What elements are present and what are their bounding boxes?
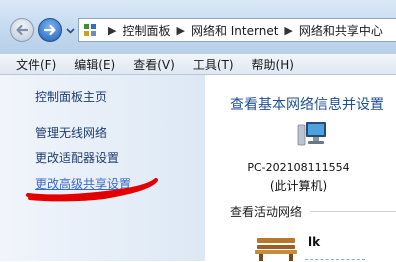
- menu-help[interactable]: 帮助(H): [252, 56, 294, 73]
- menu-edit[interactable]: 编辑(E): [74, 56, 115, 73]
- breadcrumb-network-sharing-center[interactable]: 网络和共享中心: [299, 22, 383, 39]
- breadcrumb-separator: ▶: [284, 23, 293, 37]
- menu-tools[interactable]: 工具(T): [193, 56, 234, 73]
- control-panel-icon: [84, 24, 96, 36]
- menu-bar: 文件(F) 编辑(E) 查看(V) 工具(T) 帮助(H): [0, 54, 396, 75]
- breadcrumb-network-internet[interactable]: 网络和 Internet: [191, 22, 278, 39]
- page-title: 查看基本网络信息并设置: [230, 97, 384, 113]
- sidebar-link-advanced-sharing[interactable]: 更改高级共享设置: [35, 175, 131, 192]
- window-titlebar: ▶ 控制面板 ▶ 网络和 Internet ▶ 网络和共享中心: [0, 0, 396, 54]
- computer-icon: [297, 122, 326, 146]
- section-divider: [310, 211, 396, 212]
- computer-name: PC-202108111554: [247, 161, 350, 174]
- breadcrumb-control-panel[interactable]: 控制面板: [122, 22, 170, 39]
- sidebar-link-control-panel-home[interactable]: 控制面板主页: [35, 88, 107, 105]
- address-bar[interactable]: ▶ 控制面板 ▶ 网络和 Internet ▶ 网络和共享中心: [78, 18, 396, 42]
- computer-subtitle: (此计算机): [269, 179, 328, 193]
- back-button[interactable]: [10, 18, 34, 42]
- forward-button[interactable]: [38, 18, 62, 42]
- menu-file[interactable]: 文件(F): [16, 56, 56, 73]
- sidebar-link-change-adapter[interactable]: 更改适配器设置: [35, 149, 119, 166]
- forward-arrow-icon: [43, 24, 56, 36]
- menu-view[interactable]: 查看(V): [133, 56, 175, 73]
- breadcrumb-separator: ▶: [176, 23, 185, 37]
- bench-network-icon: [255, 238, 297, 261]
- active-networks-heading: 查看活动网络: [230, 205, 303, 219]
- main-content: 查看基本网络信息并设置 PC-202108111554 (此计算机) 查看活动网…: [205, 75, 396, 261]
- breadcrumb-separator: ▶: [108, 23, 117, 37]
- sidebar-link-manage-wireless[interactable]: 管理无线网络: [35, 124, 107, 141]
- back-arrow-icon: [16, 24, 29, 36]
- chevron-down-icon[interactable]: [66, 26, 75, 35]
- network-name[interactable]: lk: [308, 235, 320, 249]
- left-navigation-pane: 控制面板主页 管理无线网络 更改适配器设置 更改高级共享设置: [0, 75, 205, 261]
